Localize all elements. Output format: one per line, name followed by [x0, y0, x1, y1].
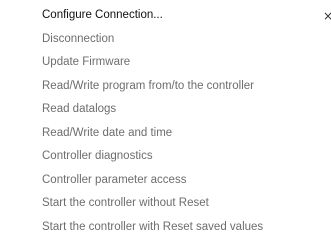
menu-item-controller-diagnostics[interactable]: Controller diagnostics: [0, 145, 331, 169]
menu-item-read-datalogs[interactable]: Read datalogs: [0, 98, 331, 122]
menu-list: Configure Connection... Disconnection Up…: [0, 4, 331, 239]
menu-item-start-with-reset-saved-values[interactable]: Start the controller with Reset saved va…: [0, 216, 331, 240]
menu-item-controller-parameter-access[interactable]: Controller parameter access: [0, 169, 331, 193]
controller-context-menu: × Configure Connection... Disconnection …: [0, 0, 331, 240]
menu-item-update-firmware[interactable]: Update Firmware: [0, 51, 331, 75]
menu-item-disconnection[interactable]: Disconnection: [0, 28, 331, 52]
menu-item-configure-connection[interactable]: Configure Connection...: [0, 4, 331, 28]
menu-item-start-without-reset[interactable]: Start the controller without Reset: [0, 192, 331, 216]
menu-item-read-write-date-time[interactable]: Read/Write date and time: [0, 122, 331, 146]
menu-item-read-write-program[interactable]: Read/Write program from/to the controlle…: [0, 75, 331, 99]
